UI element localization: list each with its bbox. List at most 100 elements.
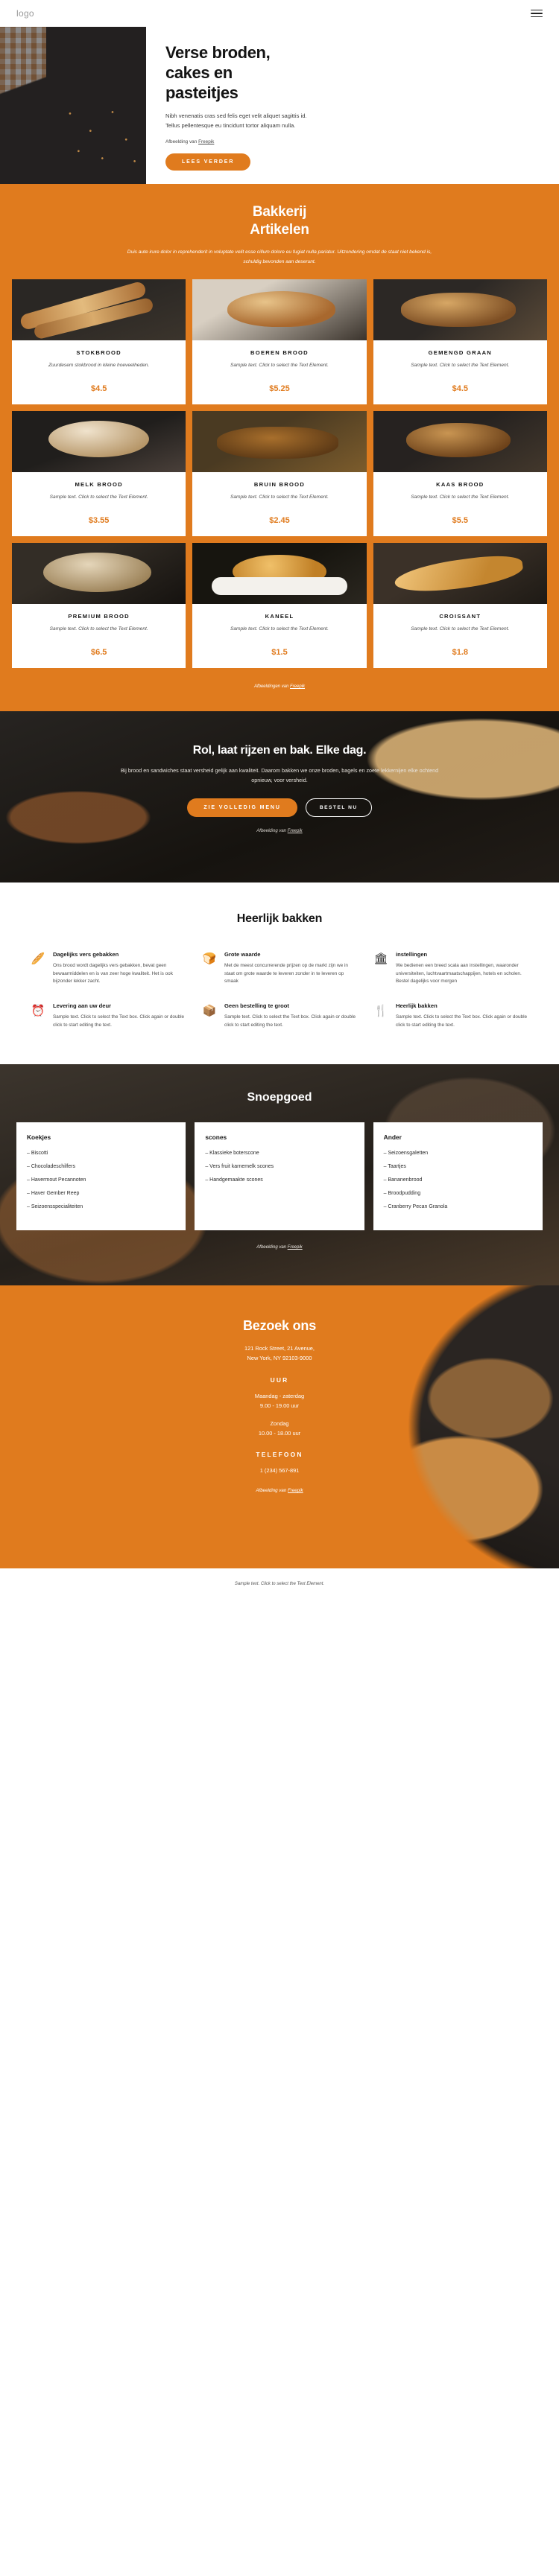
product-card[interactable]: KAAS BROOD Sample text. Click to select t… xyxy=(373,410,547,536)
product-price: $5.5 xyxy=(452,515,469,525)
steam-bun-icon: 🍞 xyxy=(202,953,217,966)
cta-image-credit: Afbeelding van Freepik xyxy=(45,829,514,833)
cta-paragraph: Bij brood en sandwiches staat versheid g… xyxy=(120,766,439,783)
features-section: Heerlijk bakken 🥖 Dagelijks vers gebakken… xyxy=(0,882,559,1064)
product-card[interactable]: KANEEL Sample text. Click to select the T… xyxy=(192,542,367,668)
cta-credit-prefix: Afbeelding van xyxy=(256,829,288,834)
feature-description: We bedienen een breed scala aan instelli… xyxy=(396,962,522,985)
hero-title-line2: cakes en xyxy=(165,63,233,82)
visit-credit-prefix: Afbeelding van xyxy=(256,1487,288,1493)
view-full-menu-button[interactable]: ZIE VOLLEDIG MENU xyxy=(187,798,297,818)
products-subtitle: Duis aute irure dolor in reprehenderit i… xyxy=(127,249,432,264)
site-header: logo xyxy=(0,0,559,27)
hours-weekday-time: 9.00 - 19.00 uur xyxy=(259,1402,300,1410)
products-credit-link[interactable]: Freepik xyxy=(290,684,305,689)
feature-description: Met de meest concurrerende prijzen op de… xyxy=(224,962,348,985)
sweets-card: scones – Klassieke boterscone – Vers fruit… xyxy=(195,1122,364,1231)
visit-address: 121 Rock Street, 21 Avenue, New York, NY… xyxy=(157,1344,402,1364)
order-now-button[interactable]: BESTEL NU xyxy=(305,798,372,818)
products-title: Bakkerij Artikelen xyxy=(12,203,547,239)
product-info: BRUIN BROOD Sample text. Click to select … xyxy=(192,472,366,536)
product-name: MELK BROOD xyxy=(75,480,123,488)
product-price: $3.55 xyxy=(88,515,110,525)
product-description: Sample text. Click to select the Text El… xyxy=(230,362,329,368)
feature-text: Heerlijk bakken Sample text. Click to sel… xyxy=(396,1002,529,1030)
footer-text: Sample text. Click to select the Text El… xyxy=(234,1582,325,1587)
box-icon: 📦 xyxy=(202,1004,217,1017)
products-section: Bakkerij Artikelen Duis aute irure dolor… xyxy=(0,184,559,711)
list-item: – Havermout Pecannoten xyxy=(27,1177,86,1183)
product-description: Sample text. Click to select the Text El… xyxy=(411,626,510,632)
hero-credit-link[interactable]: Freepik xyxy=(198,139,214,144)
hero-paragraph: Nibh venenatis cras sed felis eget velit… xyxy=(165,112,307,129)
hours-heading: UUR xyxy=(270,1376,289,1384)
cta-buttons: ZIE VOLLEDIG MENU BESTEL NU xyxy=(45,798,514,818)
products-title-line1: Bakkerij xyxy=(252,204,307,220)
hours-sunday-time: 10.00 - 18.00 uur xyxy=(258,1429,301,1437)
sweets-card-heading: scones xyxy=(205,1133,227,1141)
product-price: $4.5 xyxy=(90,384,107,393)
product-card[interactable]: BOEREN BROOD Sample text. Click to select… xyxy=(192,279,367,404)
product-image xyxy=(12,279,186,340)
hours-sunday: Zondag 10.00 - 18.00 uur xyxy=(157,1419,402,1438)
cta-credit-link[interactable]: Freepik xyxy=(288,829,303,833)
feature-item: 🥖 Dagelijks vers gebakken Ons brood wordt … xyxy=(30,951,186,986)
product-card[interactable]: BRUIN BROOD Sample text. Click to select … xyxy=(192,410,367,536)
sweets-list: – Biscotti – Chocoladeschilfers – Havermou… xyxy=(27,1150,175,1212)
hamburger-menu-icon[interactable] xyxy=(531,9,543,18)
product-price: $6.5 xyxy=(90,647,107,657)
visit-credit-link[interactable]: Freepik xyxy=(288,1488,303,1493)
hamburger-bar xyxy=(531,9,543,11)
product-description: Sample text. Click to select the Text El… xyxy=(49,626,148,632)
hero-content: Verse broden, cakes en pasteitjes Nibh v… xyxy=(146,27,559,184)
product-image xyxy=(192,279,367,340)
sweets-card-heading: Ander xyxy=(383,1133,402,1141)
feature-name: Heerlijk bakken xyxy=(396,1002,438,1010)
product-price: $4.5 xyxy=(452,384,469,393)
hero-credit-prefix: Afbeelding van xyxy=(165,139,199,145)
product-name: BOEREN BROOD xyxy=(250,349,309,356)
features-grid: 🥖 Dagelijks vers gebakken Ons brood wordt … xyxy=(30,951,529,1030)
feature-text: Grote waarde Met de meest concurrerende p… xyxy=(224,951,358,986)
sweets-title: Snoepgoed xyxy=(247,1090,312,1104)
list-item: – Bananenbrood xyxy=(383,1177,423,1183)
feature-name: Geen bestelling te groot xyxy=(224,1002,289,1010)
list-item: – Broodpudding xyxy=(383,1191,421,1197)
product-card[interactable]: MELK BROOD Sample text. Click to select t… xyxy=(12,410,186,536)
feature-text: Dagelijks vers gebakken Ons brood wordt d… xyxy=(53,951,186,986)
address-line-1: 121 Rock Street, 21 Avenue, xyxy=(244,1345,315,1352)
address-line-2: New York, NY 92103-9000 xyxy=(247,1355,312,1362)
product-name: KANEEL xyxy=(265,612,294,620)
visit-section: Bezoek ons 121 Rock Street, 21 Avenue, N… xyxy=(0,1285,559,1569)
feature-text: Levering aan uw deur Sample text. Click t… xyxy=(53,1002,186,1030)
sweets-credit-link[interactable]: Freepik xyxy=(288,1245,303,1250)
read-more-button[interactable]: LEES VERDER xyxy=(165,153,251,171)
product-card[interactable]: STOKBROOD Zuurdesem stokbrood in kleine h… xyxy=(12,279,186,404)
product-card[interactable]: GEMENGD GRAAN Sample text. Click to selec… xyxy=(373,279,547,404)
product-image xyxy=(192,542,367,604)
sweets-columns: Koekjes – Biscotti – Chocoladeschilfers – H… xyxy=(16,1122,543,1231)
sweets-section: Snoepgoed Koekjes – Biscotti – Chocoladesc… xyxy=(0,1064,559,1286)
sweets-list: – Klassieke boterscone – Vers fruit karne… xyxy=(205,1150,353,1184)
product-name: KAAS BROOD xyxy=(436,480,484,488)
product-image xyxy=(373,279,547,340)
hero-section: Verse broden, cakes en pasteitjes Nibh v… xyxy=(0,27,559,185)
list-item: – Seizoensgaletten xyxy=(383,1150,429,1156)
product-card[interactable]: PREMIUM BROOD Sample text. Click to selec… xyxy=(12,542,186,668)
phone-number[interactable]: 1 (234) 567-891 xyxy=(157,1466,402,1476)
product-card[interactable]: CROISSANT Sample text. Click to select th… xyxy=(373,542,547,668)
product-price: $2.45 xyxy=(269,515,290,525)
feature-name: Levering aan uw deur xyxy=(53,1002,112,1010)
product-info: BOEREN BROOD Sample text. Click to select… xyxy=(192,340,366,404)
hero-title: Verse broden, cakes en pasteitjes xyxy=(165,43,541,103)
feature-text: Geen bestelling te groot Sample text. Cli… xyxy=(224,1002,358,1030)
sweets-card: Ander – Seizoensgaletten – Taartjes – Banan… xyxy=(373,1122,543,1231)
product-image xyxy=(12,542,186,604)
feature-item: 🍴 Heerlijk bakken Sample text. Click to se… xyxy=(373,1002,529,1030)
hours-sunday-days: Zondag xyxy=(270,1419,289,1427)
logo[interactable]: logo xyxy=(16,8,34,19)
clock-icon: ⏰ xyxy=(31,1004,45,1017)
feature-description: Sample text. Click to select the Text bo… xyxy=(396,1014,528,1028)
feature-item: ⏰ Levering aan uw deur Sample text. Click … xyxy=(30,1002,186,1030)
hero-bread-image xyxy=(0,27,146,185)
